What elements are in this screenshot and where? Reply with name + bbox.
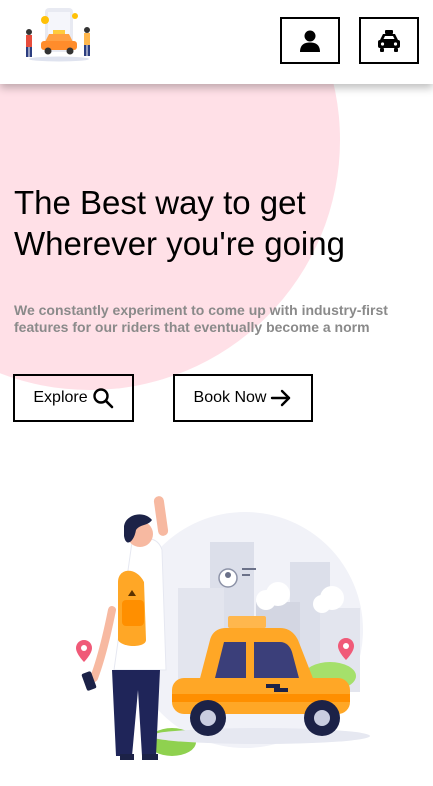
user-icon [300,30,320,52]
app-logo[interactable] [15,6,97,64]
hailing-taxi-illustration [60,490,370,770]
hero-subtext: We constantly experiment to come up with… [14,302,388,335]
search-icon [92,388,113,409]
hero-headline-line2: Wherever you're going [14,225,345,262]
book-now-label: Book Now [193,389,267,406]
explore-button[interactable]: Explore [13,374,134,422]
hero-headline: The Best way to get Wherever you're goin… [14,182,424,264]
taxi-button[interactable] [359,17,419,64]
page: The Best way to get Wherever you're goin… [0,0,433,786]
top-header [0,0,433,84]
user-account-button[interactable] [280,17,340,64]
arrow-right-icon [271,389,291,407]
taxi-icon [378,29,400,52]
hero-headline-line1: The Best way to get [14,184,306,221]
explore-label: Explore [33,389,88,406]
book-now-button[interactable]: Book Now [173,374,313,422]
